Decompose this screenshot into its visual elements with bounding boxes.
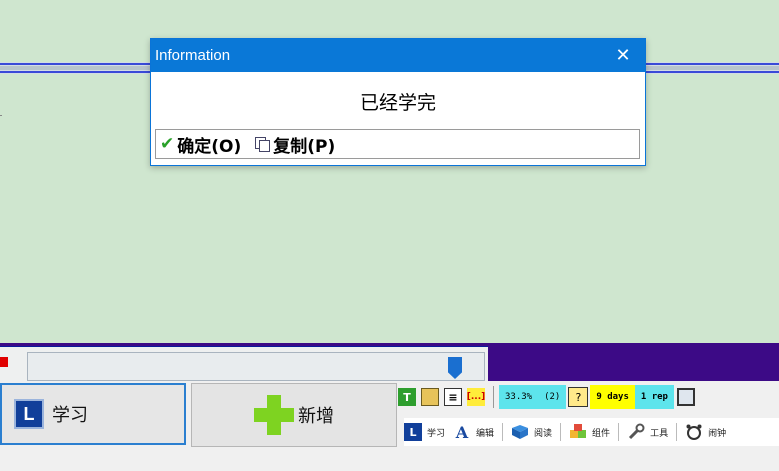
- tab-separator: [502, 423, 504, 441]
- plus-icon: [254, 395, 294, 435]
- tab-separator: [618, 423, 620, 441]
- lightbulb-icon[interactable]: ?: [568, 387, 589, 407]
- tab-label: 阅读: [534, 428, 553, 439]
- copy-button[interactable]: 复制(P): [255, 132, 335, 157]
- tab-label: 组件: [592, 428, 611, 439]
- tab-label: 编辑: [476, 428, 495, 439]
- copy-icon: [255, 137, 271, 152]
- percent-stat: 33.3%: [499, 385, 539, 409]
- tab-label: 闹钟: [708, 428, 727, 439]
- document-icon[interactable]: ≡: [444, 388, 462, 406]
- window-icon[interactable]: [676, 388, 695, 406]
- checkmark-icon: ✔: [160, 134, 175, 154]
- tab-read[interactable]: 阅读: [511, 423, 552, 441]
- learn-tab-icon: L: [404, 423, 422, 441]
- clipboard-icon[interactable]: [421, 388, 439, 406]
- tab-tools[interactable]: 工具: [627, 423, 668, 441]
- tab-label: 工具: [650, 428, 669, 439]
- dialog-titlebar[interactable]: Information ✕: [151, 39, 645, 72]
- tab-separator: [676, 423, 678, 441]
- tab-learn[interactable]: L 学习: [404, 423, 445, 441]
- tab-edit[interactable]: A 编辑: [453, 422, 495, 442]
- slider-thumb[interactable]: [448, 357, 462, 379]
- tab-components[interactable]: 组件: [569, 423, 610, 441]
- tab-separator: [560, 423, 562, 441]
- rep-stat: 1 rep: [634, 385, 674, 409]
- learn-button[interactable]: L 学习: [0, 383, 186, 445]
- learn-button-label: 学习: [52, 405, 88, 426]
- tab-alarm[interactable]: 闹钟: [685, 423, 726, 441]
- dialog-message: 已经学完: [359, 92, 436, 114]
- alarm-icon: [685, 423, 703, 441]
- dialog-title: Information: [155, 47, 231, 64]
- close-button[interactable]: ✕: [601, 39, 645, 72]
- days-stat: 9 days: [590, 385, 635, 409]
- status-toolbar: T ≡ [...] 33.3% (2) ? 9 days 1 rep: [398, 385, 700, 409]
- mode-tabs: L 学习 A 编辑 阅读 组件 工具 闹钟: [404, 418, 779, 446]
- ok-button-label: 确定(O): [177, 136, 242, 157]
- close-icon: ✕: [615, 45, 631, 65]
- count-stat: (2): [538, 385, 567, 409]
- copy-button-label: 复制(P): [273, 136, 336, 157]
- edge-tick: [0, 115, 2, 116]
- tab-label: 学习: [427, 428, 446, 439]
- edit-tab-icon: A: [455, 422, 469, 442]
- cubes-icon: [569, 423, 587, 441]
- information-dialog: Information ✕ 已经学完 ✔ 确定(O) 复制(P): [150, 38, 646, 166]
- add-button[interactable]: 新增: [191, 383, 397, 447]
- slider-area: [0, 346, 488, 383]
- stop-indicator[interactable]: [0, 357, 8, 367]
- text-tool-icon[interactable]: T: [398, 388, 416, 406]
- ellipsis-icon[interactable]: [...]: [467, 388, 485, 406]
- dialog-button-bar: ✔ 确定(O) 复制(P): [155, 129, 640, 159]
- learn-icon: L: [14, 399, 44, 429]
- add-button-label: 新增: [298, 406, 334, 427]
- book-icon: [511, 423, 529, 441]
- position-slider[interactable]: [27, 352, 485, 381]
- wrench-icon: [627, 423, 645, 441]
- toolbar-separator: [493, 386, 494, 408]
- ok-button[interactable]: ✔ 确定(O): [160, 132, 241, 157]
